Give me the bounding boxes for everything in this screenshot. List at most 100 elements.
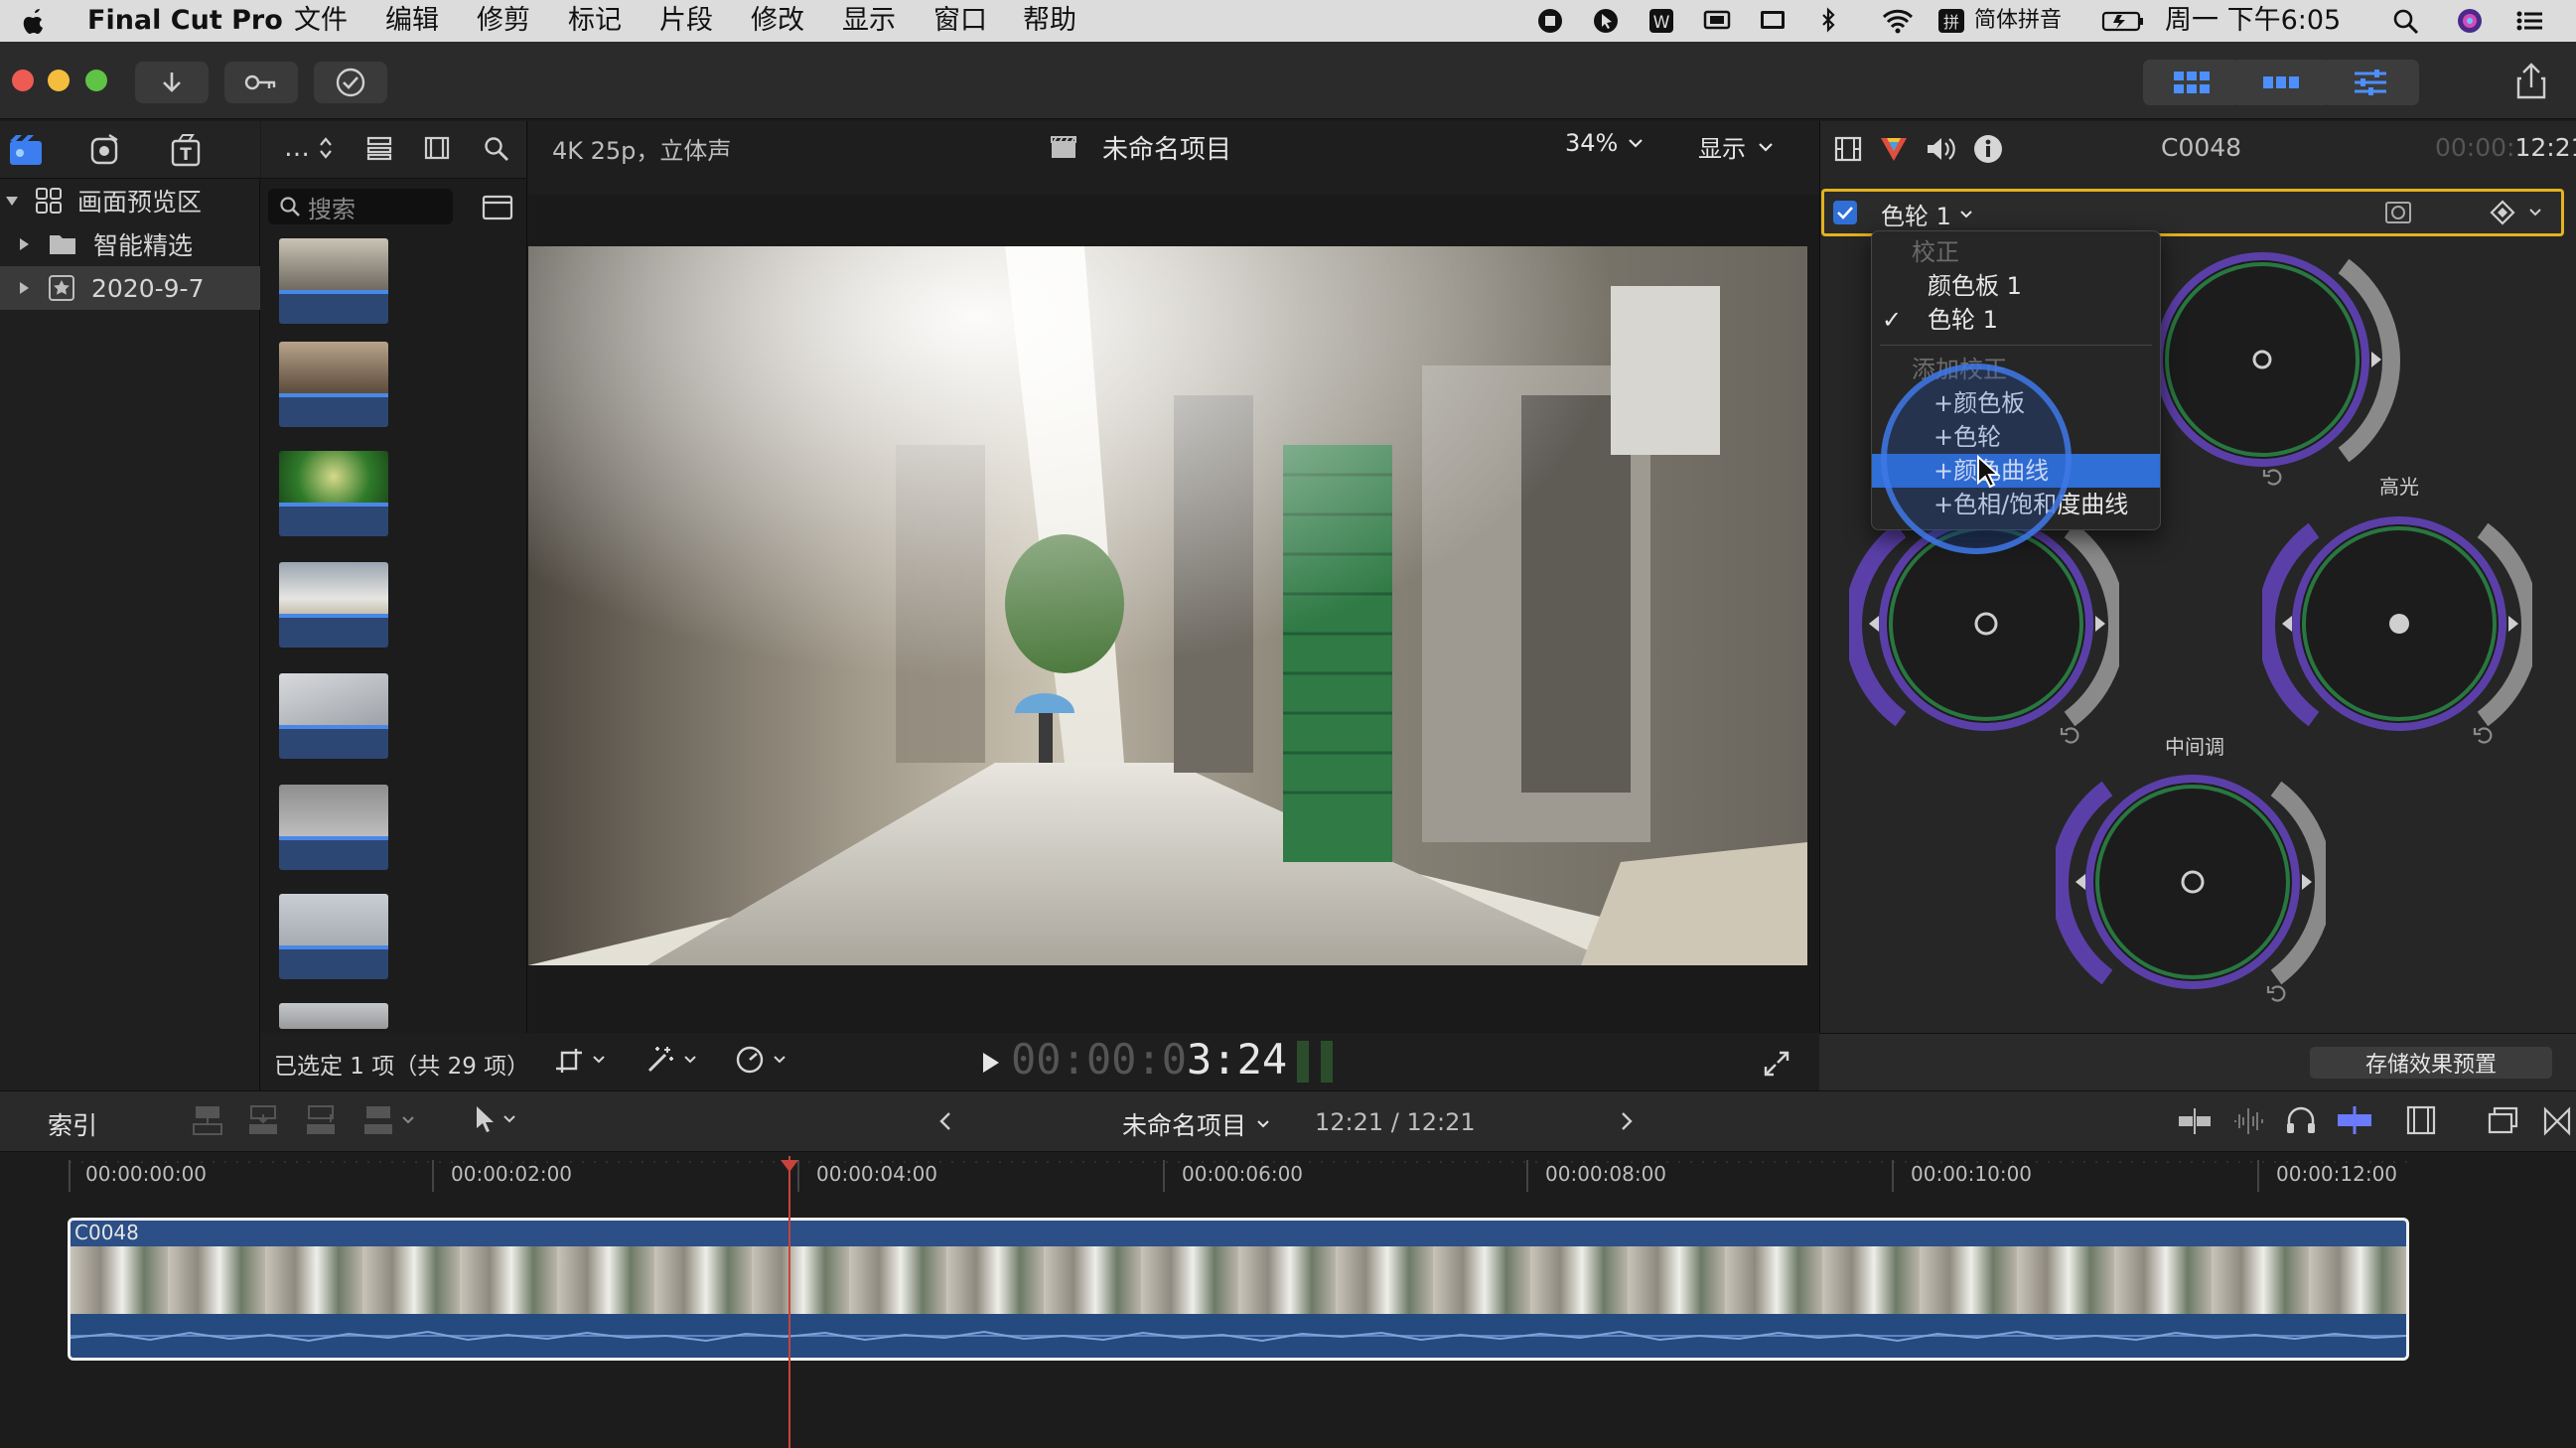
fullscreen-icon[interactable]: [1762, 1049, 1791, 1079]
screen-mirror-icon[interactable]: [1702, 7, 1732, 35]
clock[interactable]: 周一 下午6:05: [2165, 4, 2341, 38]
mask-icon[interactable]: [2383, 199, 2413, 226]
menu-help[interactable]: 帮助: [1023, 4, 1076, 38]
disclosure-closed-icon[interactable]: [16, 280, 32, 296]
timeline-index-button[interactable]: 索引: [48, 1106, 97, 1142]
wifi-icon[interactable]: [1881, 7, 1915, 35]
clip-thumbnail[interactable]: [279, 673, 388, 759]
effect-selector-dropdown[interactable]: 色轮 1: [1881, 197, 1973, 231]
menu-window[interactable]: 窗口: [933, 4, 987, 38]
clip-thumbnail[interactable]: [279, 1003, 388, 1029]
background-tasks-button[interactable]: [314, 62, 387, 103]
insert-clip-button[interactable]: [246, 1102, 280, 1138]
bluetooth-icon[interactable]: [1813, 7, 1843, 35]
audio-inspector-tab-icon[interactable]: [1925, 135, 1956, 163]
disclosure-closed-icon[interactable]: [16, 236, 32, 252]
cursor-app-icon[interactable]: [1591, 7, 1621, 35]
keyframe-menu[interactable]: [2489, 199, 2542, 226]
menu-item-color-wheels-1[interactable]: ✓ 色轮 1: [1872, 303, 2160, 337]
show-inspector-button[interactable]: [2322, 60, 2419, 105]
clip-appearance-icon[interactable]: [2405, 1104, 2437, 1136]
clip-thumbnail[interactable]: [279, 562, 388, 648]
titles-generators-tab-icon[interactable]: T: [169, 133, 205, 167]
play-button[interactable]: [981, 1051, 1001, 1075]
effect-enable-checkbox[interactable]: [1833, 201, 1857, 224]
clip-thumbnail[interactable]: [279, 238, 388, 324]
reset-highlights-icon[interactable]: [2473, 725, 2495, 745]
sidebar-library-root[interactable]: 画面预览区: [0, 179, 260, 222]
color-wheel-shadows[interactable]: [2135, 236, 2403, 491]
siri-icon[interactable]: [2455, 7, 2485, 35]
reset-shadows-icon[interactable]: [2262, 467, 2284, 487]
effects-browser-icon[interactable]: [2487, 1104, 2520, 1136]
input-method-label[interactable]: 简体拼音: [1974, 4, 2062, 38]
libraries-tab-icon[interactable]: [8, 133, 44, 167]
battery-icon[interactable]: [2101, 7, 2145, 35]
save-effects-preset-button[interactable]: 存储效果预置: [2310, 1047, 2552, 1079]
audio-only-icon[interactable]: [2230, 1106, 2266, 1136]
menu-trim[interactable]: 修剪: [477, 4, 530, 38]
share-button[interactable]: [2514, 62, 2548, 101]
overwrite-clip-menu[interactable]: [361, 1102, 415, 1138]
app-menu[interactable]: Final Cut Pro: [87, 4, 283, 38]
timeline-forward-button[interactable]: [1619, 1110, 1635, 1132]
wps-icon[interactable]: W: [1646, 7, 1676, 35]
display-icon[interactable]: [1758, 7, 1788, 35]
browser-search-icon[interactable]: [483, 135, 510, 163]
sort-updown-icon[interactable]: [318, 135, 334, 161]
record-icon[interactable]: [1535, 7, 1565, 35]
enhance-menu[interactable]: [644, 1043, 697, 1077]
video-frame[interactable]: [528, 246, 1807, 965]
close-window-button[interactable]: [12, 70, 34, 91]
display-dropdown[interactable]: 显示: [1698, 129, 1774, 164]
color-wheel-midtones[interactable]: [2056, 761, 2326, 1009]
playhead[interactable]: [788, 1156, 790, 1448]
menu-modify[interactable]: 修改: [751, 4, 804, 38]
clip-thumbnail[interactable]: [279, 342, 388, 427]
search-field[interactable]: 搜索: [268, 189, 453, 224]
import-button[interactable]: [135, 62, 209, 103]
info-inspector-tab-icon[interactable]: [1972, 133, 2004, 165]
retime-menu[interactable]: [733, 1043, 787, 1077]
notification-center-icon[interactable]: [2514, 7, 2544, 35]
reset-global-icon[interactable]: [2060, 725, 2081, 745]
color-inspector-tab-icon[interactable]: [1879, 135, 1909, 163]
more-options-icon[interactable]: …: [284, 133, 310, 163]
connect-clip-button[interactable]: [191, 1102, 224, 1138]
append-clip-button[interactable]: [304, 1102, 338, 1138]
menu-item-color-board-1[interactable]: 颜色板 1: [1872, 269, 2160, 303]
video-only-icon[interactable]: [2177, 1106, 2213, 1136]
sidebar-item-smart-collections[interactable]: 智能精选: [0, 222, 260, 266]
reset-midtones-icon[interactable]: [2266, 983, 2288, 1003]
transitions-browser-icon[interactable]: [2542, 1106, 2572, 1136]
snapping-icon[interactable]: [2336, 1104, 2373, 1136]
show-browser-button[interactable]: [2143, 60, 2240, 105]
timecode-display[interactable]: 00:00:0 3:24: [1011, 1035, 1287, 1084]
edit-tool-menu[interactable]: [473, 1104, 516, 1134]
list-view-icon[interactable]: [365, 135, 393, 161]
disclosure-open-icon[interactable]: [4, 193, 20, 209]
menu-edit[interactable]: 编辑: [385, 4, 439, 38]
keywords-button[interactable]: [224, 62, 298, 103]
menu-mark[interactable]: 标记: [568, 4, 622, 38]
menu-view[interactable]: 显示: [842, 4, 896, 38]
apple-menu-icon[interactable]: [22, 6, 48, 36]
video-inspector-tab-icon[interactable]: [1833, 135, 1863, 163]
minimize-window-button[interactable]: [48, 70, 70, 91]
filmstrip-toggle-icon[interactable]: [481, 193, 514, 222]
photos-audio-tab-icon[interactable]: [87, 133, 123, 167]
timeline-clip[interactable]: C0048: [68, 1218, 2409, 1361]
input-method-icon[interactable]: 拼: [1936, 7, 1966, 35]
transform-tools-menu[interactable]: [552, 1043, 606, 1077]
filmstrip-view-icon[interactable]: [423, 135, 451, 161]
timeline-project-dropdown[interactable]: 未命名项目: [1122, 1106, 1270, 1142]
clip-thumbnail[interactable]: [279, 785, 388, 870]
show-timeline-button[interactable]: [2232, 60, 2330, 105]
spotlight-search-icon[interactable]: [2391, 7, 2421, 35]
zoom-dropdown[interactable]: 34%: [1565, 129, 1644, 157]
sidebar-item-event[interactable]: 2020-9-7: [0, 266, 260, 310]
menu-file[interactable]: 文件: [294, 4, 348, 38]
clip-thumbnail[interactable]: [279, 451, 388, 536]
clip-thumbnail[interactable]: [279, 894, 388, 979]
menu-clip[interactable]: 片段: [659, 4, 713, 38]
